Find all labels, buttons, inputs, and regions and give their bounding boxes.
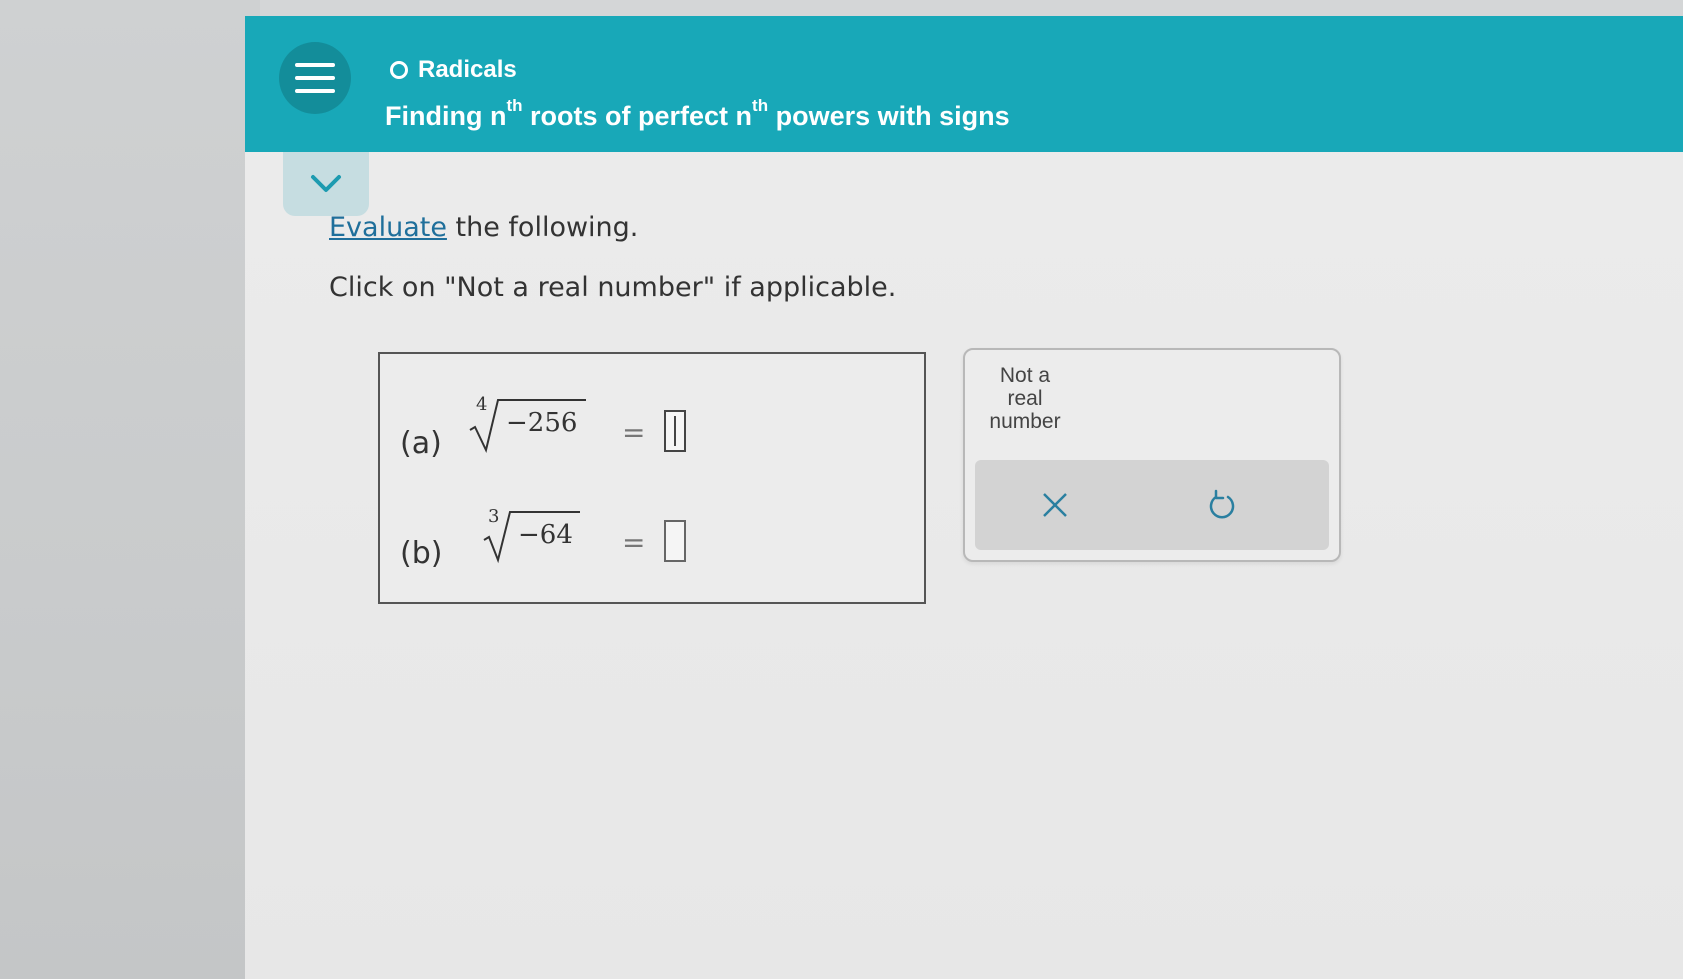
header-bar: Radicals Finding nth roots of perfect nt… — [245, 16, 1683, 152]
title-text: roots of perfect n — [522, 101, 753, 131]
question-rest: the following. — [446, 212, 639, 243]
radical-expression: 3 −64 — [482, 506, 582, 566]
button-label: Not a — [999, 364, 1051, 387]
action-bar — [975, 460, 1329, 550]
not-a-real-number-button[interactable]: Not a real number — [975, 364, 1075, 444]
radical-expression: 4 −256 — [468, 394, 588, 454]
title-superscript: th — [752, 96, 769, 115]
app-panel: Radicals Finding nth roots of perfect nt… — [245, 16, 1683, 979]
clear-button[interactable] — [1030, 480, 1080, 530]
left-gutter — [0, 0, 260, 979]
close-icon — [1043, 493, 1067, 517]
hamburger-menu-icon[interactable] — [279, 42, 351, 114]
collapse-tab[interactable] — [283, 152, 369, 216]
equals-sign: = — [622, 526, 646, 559]
answer-keypad: Not a real number — [963, 348, 1341, 562]
menu-line — [295, 89, 335, 93]
radicand: −64 — [518, 520, 573, 550]
topic-label: Radicals — [418, 56, 517, 83]
part-label: (b) — [400, 536, 443, 571]
undo-button[interactable] — [1197, 480, 1247, 530]
answer-input-b[interactable] — [664, 520, 686, 562]
answer-input-a[interactable] — [664, 410, 686, 452]
title-text: powers with signs — [768, 101, 1010, 131]
undo-icon — [1209, 489, 1235, 519]
radicand: −256 — [506, 408, 578, 438]
question-text: Evaluate the following. — [329, 212, 638, 243]
circle-outline-icon — [390, 61, 408, 79]
button-label: number — [989, 410, 1061, 433]
equals-sign: = — [622, 416, 646, 449]
instruction-text: Click on "Not a real number" if applicab… — [329, 272, 897, 303]
button-label: real — [1007, 387, 1043, 410]
part-label: (a) — [400, 426, 442, 461]
problem-box: (a) 4 −256 = (b) 3 −64 = — [378, 352, 926, 604]
title-superscript: th — [506, 96, 523, 115]
title-text: Finding n — [385, 101, 507, 131]
page-title: Finding nth roots of perfect nth powers … — [385, 96, 1010, 132]
evaluate-link[interactable]: Evaluate — [329, 212, 447, 243]
topic-row: Radicals — [390, 56, 517, 84]
menu-line — [295, 76, 335, 80]
chevron-down-icon — [311, 175, 341, 192]
menu-line — [295, 63, 335, 67]
